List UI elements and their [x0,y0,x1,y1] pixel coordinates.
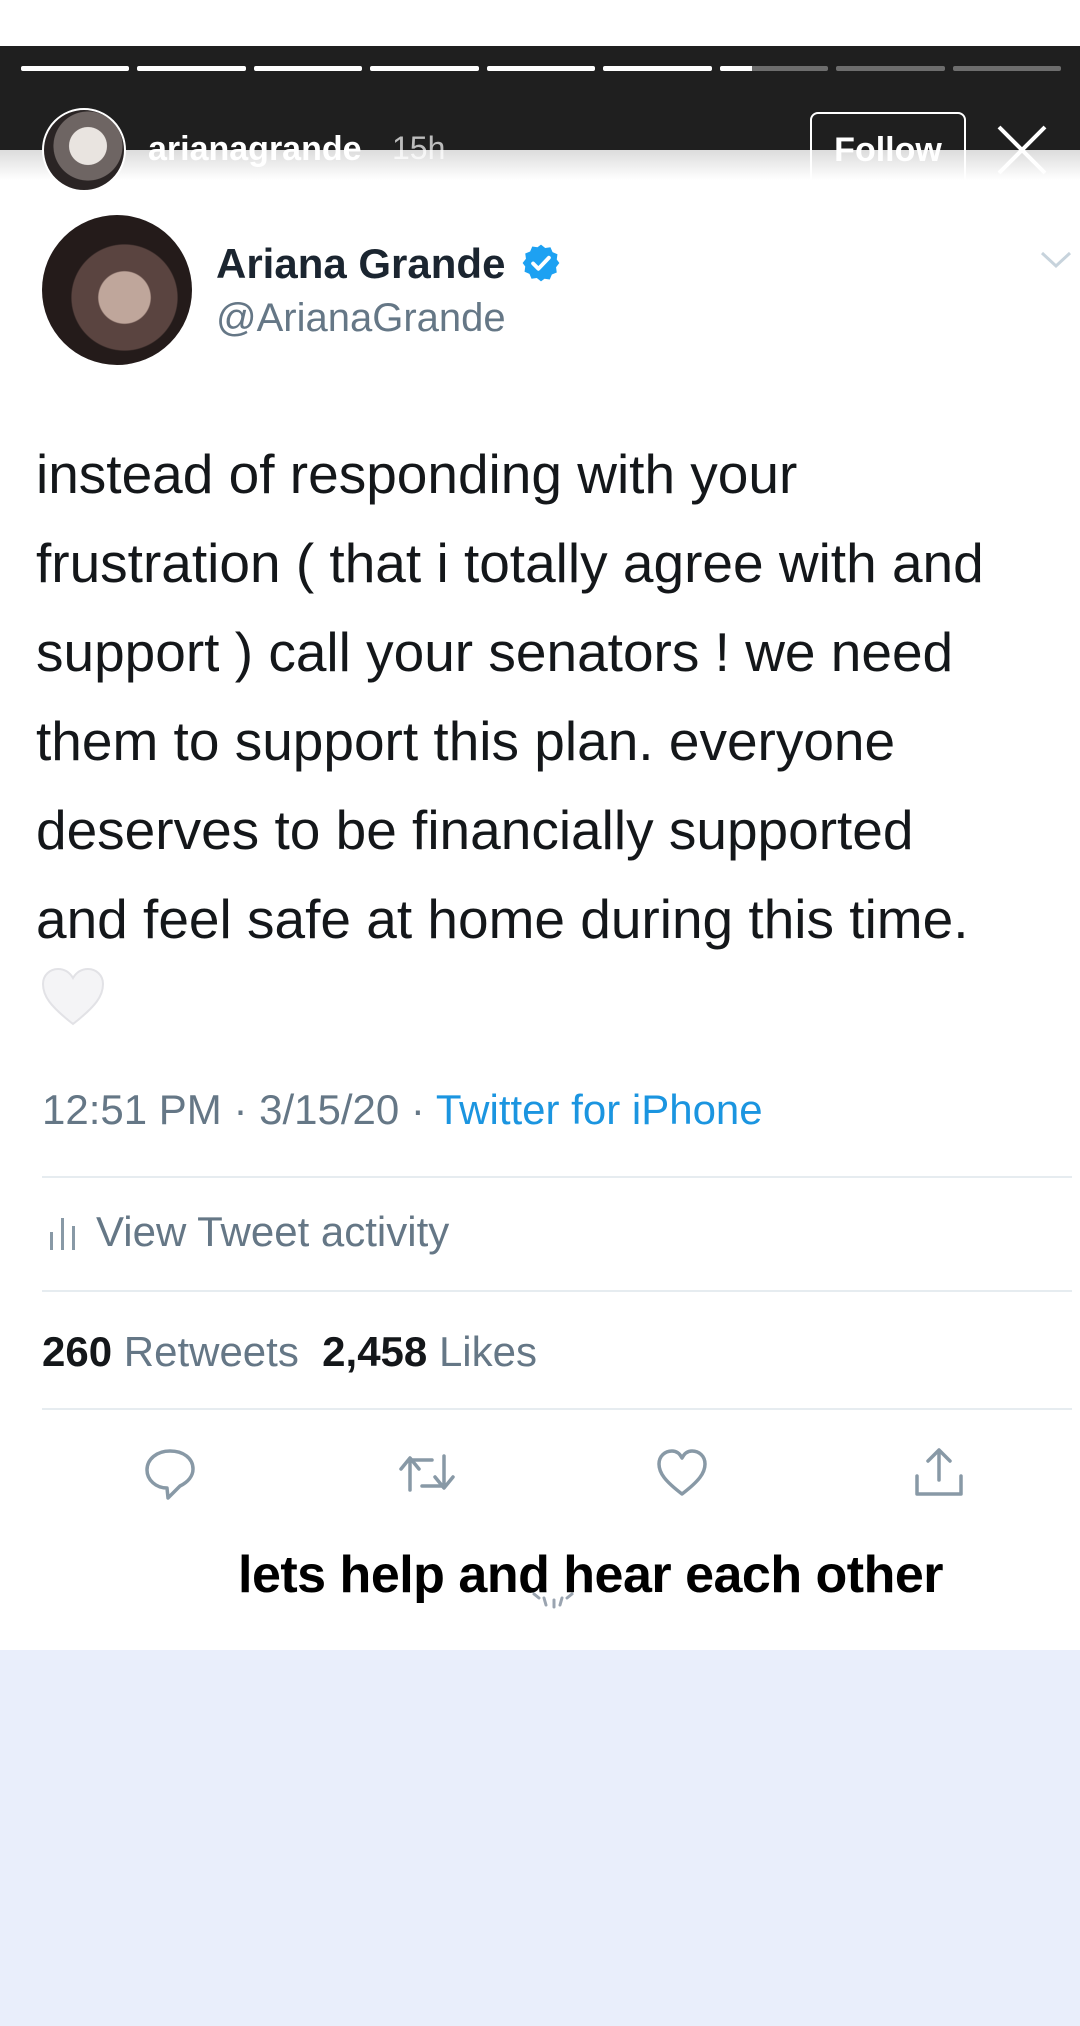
tweet-meta: 12:51 PM · 3/15/20 · Twitter for iPhone [42,1086,763,1134]
progress-segment-fill [719,66,753,71]
tweet-text: instead of responding with your frustrat… [36,443,984,950]
progress-segment [603,66,712,71]
progress-segment [719,66,829,71]
story-caption: lets help and hear each other [238,1546,944,1604]
progress-segment [836,66,945,71]
progress-segment-fill [486,66,596,71]
progress-segment [486,66,596,71]
likes-count: 2,458 [322,1328,428,1375]
progress-segment-fill [603,66,712,71]
close-icon[interactable] [996,124,1048,176]
story-timestamp: 15h [392,130,446,166]
close-icon-svg [997,125,1047,175]
story-avatar[interactable] [42,108,126,192]
retweet-icon [398,1446,455,1500]
like-icon [655,1446,709,1500]
progress-segment-fill [137,66,246,71]
divider [42,1176,1072,1178]
progress-segment-fill [21,66,130,71]
progress-segment [952,66,1061,71]
share-icon [912,1446,966,1500]
story-progress-bar [21,66,1061,72]
tweet-avatar [42,215,192,365]
tweet-source-link: Twitter for iPhone [435,1086,763,1133]
separator: · [221,1086,260,1133]
view-tweet-activity: View Tweet activity [48,1208,449,1256]
white-heart-icon [40,966,106,1028]
bar-chart-icon [50,1218,75,1250]
caret-down-icon [1040,250,1072,270]
loading-spinner-icon [530,1586,576,1610]
view-tweet-activity-label: View Tweet activity [96,1208,450,1255]
progress-segment [370,66,479,71]
progress-segment [21,66,130,71]
follow-button[interactable]: Follow [810,112,966,188]
verified-icon [520,242,562,284]
progress-segment-fill [253,66,363,71]
divider [42,1408,1072,1410]
separator: · [399,1086,436,1133]
progress-segment [137,66,246,71]
story-username[interactable]: arianagrande [148,130,362,169]
tweet-author-name: Ariana Grande [216,240,506,287]
progress-segment-fill [370,66,479,71]
tweet-stats: 260 Retweets 2,458 Likes [42,1328,537,1376]
reply-icon [143,1446,197,1500]
tweet-date: 3/15/20 [259,1086,400,1133]
tweet-time: 12:51 PM [42,1086,222,1133]
retweets-count: 260 [42,1328,113,1375]
tweet-author-handle: @ArianaGrande [216,296,506,340]
divider [42,1290,1072,1292]
retweets-label: Retweets [123,1328,299,1375]
status-bar [0,0,1080,46]
likes-label: Likes [438,1328,538,1375]
progress-segment [253,66,363,71]
